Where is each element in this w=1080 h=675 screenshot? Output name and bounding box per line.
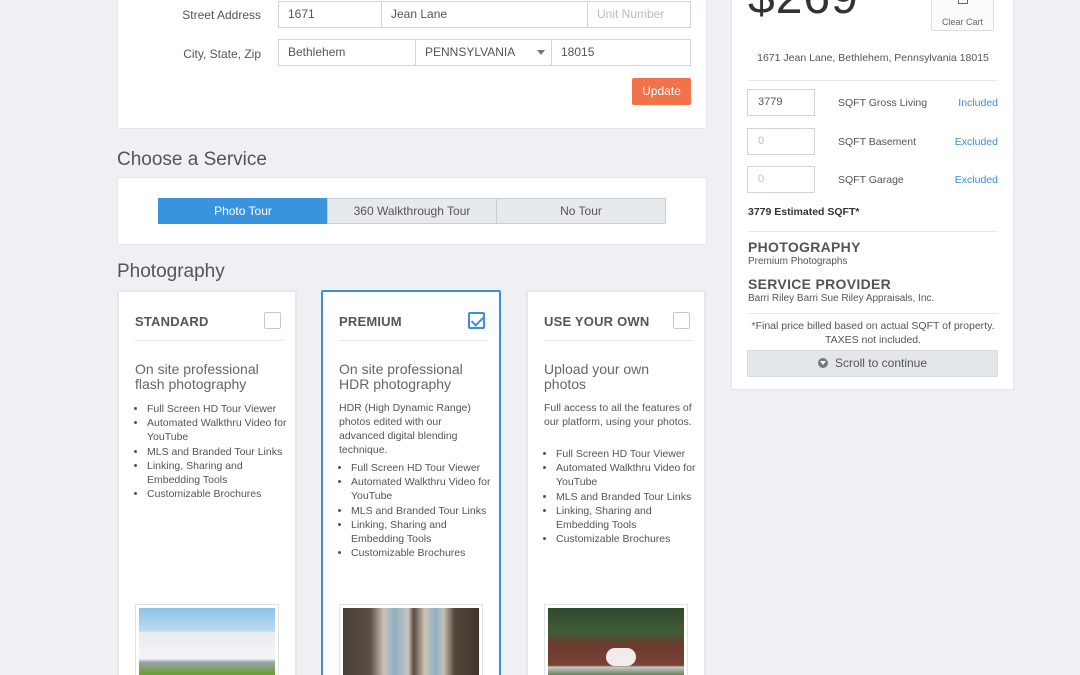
service-provider-heading: SERVICE PROVIDER (748, 276, 892, 292)
divider (748, 231, 998, 232)
list-item: Full Screen HD Tour Viewer (147, 402, 289, 416)
package-subtitle: Upload your own photos (544, 361, 650, 392)
list-item: Automated Walkthru Video for YouTube (147, 416, 289, 444)
list-item: Linking, Sharing and Embedding Tools (147, 459, 289, 487)
cart-address: 1671 Jean Lane, Bethlehem, Pennsylvania … (757, 52, 989, 64)
feature-list: Full Screen HD Tour Viewer Automated Wal… (351, 461, 493, 560)
trash-icon (958, 0, 968, 4)
city-input[interactable]: Bethlehem (278, 39, 416, 66)
list-item: Automated Walkthru Video for YouTube (351, 475, 493, 503)
package-card-premium[interactable]: PREMIUM On site professional HDR photogr… (321, 290, 501, 675)
divider (339, 340, 487, 341)
price-note-line1: *Final price billed based on actual SQFT… (751, 320, 995, 332)
service-provider-value: Barri Riley Barri Sue Riley Appraisals, … (748, 293, 935, 304)
package-subtitle: On site professional flash photography (135, 361, 259, 392)
checkbox-checked[interactable] (468, 312, 485, 329)
chevron-down-icon (537, 50, 545, 55)
photography-heading: PHOTOGRAPHY (748, 239, 861, 255)
price-value: $269 (748, 0, 859, 24)
list-item: Customizable Brochures (147, 487, 289, 501)
update-button[interactable]: Update (632, 78, 691, 105)
choose-service-title: Choose a Service (117, 149, 267, 170)
interior-image (343, 608, 479, 675)
divider (748, 80, 998, 81)
brick-house-image (548, 608, 684, 675)
tab-360-walkthrough-tour[interactable]: 360 Walkthrough Tour (327, 198, 497, 224)
sample-photo (135, 604, 279, 675)
list-item: MLS and Branded Tour Links (351, 504, 493, 518)
divider (544, 340, 692, 341)
scroll-label: Scroll to continue (834, 356, 928, 370)
street-number-input[interactable]: 1671 (278, 1, 382, 28)
sqft-basement-status[interactable]: Excluded (940, 136, 998, 148)
house-image (139, 608, 275, 675)
sqft-garage-status[interactable]: Excluded (940, 174, 998, 186)
photography-value: Premium Photographs (748, 256, 848, 267)
sqft-basement-input[interactable]: 0 (747, 128, 815, 155)
list-item: Customizable Brochures (556, 532, 698, 546)
list-item: Automated Walkthru Video for YouTube (556, 461, 698, 489)
package-subtitle: On site professional HDR photography (339, 361, 463, 392)
package-description: HDR (High Dynamic Range) photos edited w… (339, 402, 471, 456)
cart-price: $26900 (748, 0, 876, 25)
tab-photo-tour[interactable]: Photo Tour (158, 198, 328, 224)
sample-photo (339, 604, 483, 675)
list-item: Customizable Brochures (351, 546, 493, 560)
package-card-use-your-own[interactable]: USE YOUR OWN Upload your own photos Full… (526, 290, 706, 675)
arrow-down-circle-icon (817, 358, 828, 368)
package-title: STANDARD (135, 314, 209, 329)
list-item: Full Screen HD Tour Viewer (556, 447, 698, 461)
sqft-basement-label: SQFT Basement (838, 136, 917, 148)
package-title: PREMIUM (339, 314, 402, 329)
unit-number-input[interactable]: Unit Number (587, 1, 691, 28)
upload-cloud-icon (606, 648, 636, 666)
state-select[interactable]: PENNSYLVANIA (415, 39, 552, 66)
photography-title: Photography (117, 261, 225, 282)
clear-cart-label: Clear Cart (941, 17, 983, 27)
package-title: USE YOUR OWN (544, 314, 650, 329)
divider (135, 340, 283, 341)
sqft-garage-input[interactable]: 0 (747, 166, 815, 193)
sample-photo (544, 604, 688, 675)
price-note: *Final price billed based on actual SQFT… (748, 319, 998, 347)
feature-list: Full Screen HD Tour Viewer Automated Wal… (147, 402, 289, 501)
list-item: Linking, Sharing and Embedding Tools (351, 518, 493, 546)
list-item: MLS and Branded Tour Links (147, 445, 289, 459)
sqft-gross-living-label: SQFT Gross Living (838, 97, 928, 109)
price-note-line2: TAXES not included. (824, 334, 922, 346)
sqft-gross-living-status[interactable]: Included (940, 97, 998, 109)
state-select-value: PENNSYLVANIA (425, 45, 516, 59)
divider (748, 313, 998, 314)
checkbox[interactable] (264, 312, 281, 329)
estimated-sqft: 3779 Estimated SQFT* (748, 206, 860, 218)
package-description: Full access to all the features of our p… (544, 402, 692, 428)
tab-no-tour[interactable]: No Tour (496, 198, 666, 224)
list-item: Linking, Sharing and Embedding Tools (556, 504, 698, 532)
city-state-zip-label: City, State, Zip (183, 47, 261, 61)
street-name-input[interactable]: Jean Lane (381, 1, 588, 28)
sqft-gross-living-input[interactable]: 3779 (747, 89, 815, 116)
package-card-standard[interactable]: STANDARD On site professional flash phot… (117, 290, 297, 675)
scroll-to-continue-button[interactable]: Scroll to continue (747, 350, 998, 377)
street-address-label: Street Address (182, 8, 261, 22)
sqft-garage-label: SQFT Garage (838, 174, 904, 186)
list-item: Full Screen HD Tour Viewer (351, 461, 493, 475)
clear-cart-button[interactable]: Clear Cart (931, 0, 994, 31)
feature-list: Full Screen HD Tour Viewer Automated Wal… (556, 447, 698, 546)
zip-input[interactable]: 18015 (551, 39, 691, 66)
checkbox[interactable] (673, 312, 690, 329)
list-item: MLS and Branded Tour Links (556, 490, 698, 504)
